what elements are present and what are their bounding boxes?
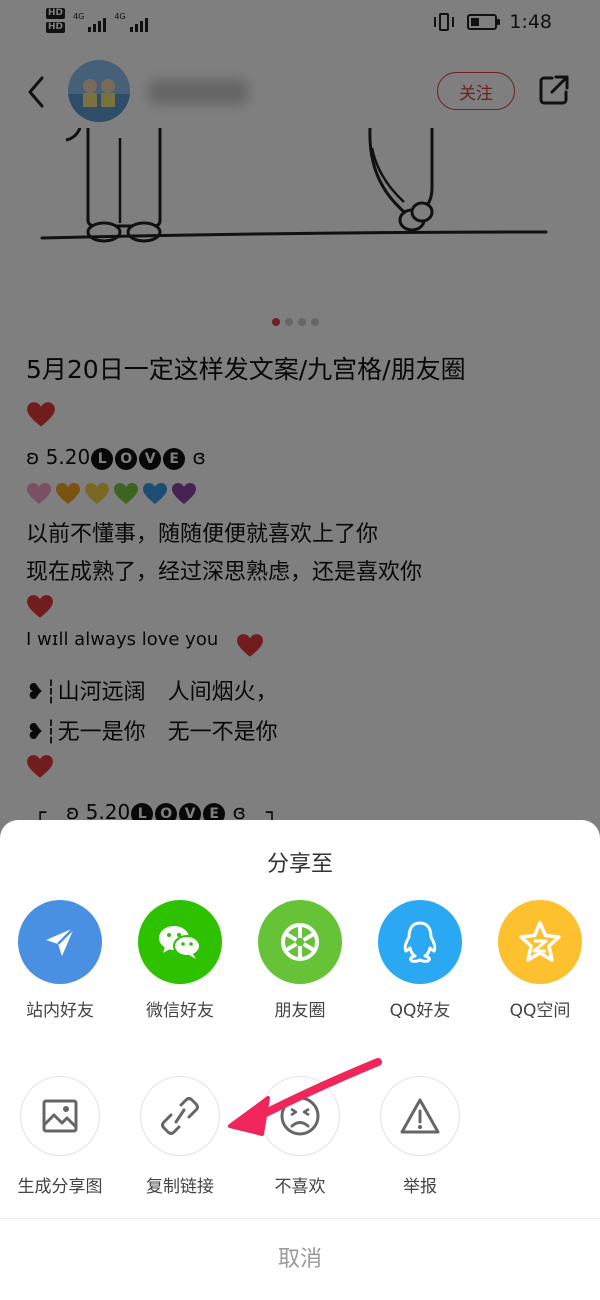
moments-icon [258, 900, 342, 984]
copy-link-button[interactable]: 复制链接 [120, 1076, 240, 1206]
divider [0, 1218, 600, 1219]
action-label: 复制链接 [146, 1177, 214, 1197]
wechat-icon [138, 900, 222, 984]
share-app-label: QQ空间 [509, 1001, 571, 1021]
qq-penguin-icon [378, 900, 462, 984]
link-icon [140, 1076, 220, 1156]
share-to-qzone-button[interactable]: QQ空间 [480, 900, 600, 1030]
share-app-label: 微信好友 [146, 1001, 214, 1021]
warning-icon [380, 1076, 460, 1156]
dislike-button[interactable]: 不喜欢 [240, 1076, 360, 1206]
share-app-label: 站内好友 [26, 1001, 94, 1021]
share-sheet-title: 分享至 [266, 852, 333, 877]
share-to-inapp-friend-button[interactable]: 站内好友 [0, 900, 120, 1030]
paper-plane-icon [18, 900, 102, 984]
generate-share-image-button[interactable]: 生成分享图 [0, 1076, 120, 1206]
share-to-qq-button[interactable]: QQ好友 [360, 900, 480, 1030]
qzone-star-icon [498, 900, 582, 984]
share-app-label: 朋友圈 [274, 1001, 326, 1021]
cancel-button[interactable]: 取消 [0, 1232, 600, 1288]
share-app-label: QQ好友 [389, 1001, 451, 1021]
share-sheet: 分享至 站内好友 微信好友 朋友圈 QQ好友 QQ空间 生成分享图 复制链接 不… [0, 820, 600, 1300]
dislike-face-icon [260, 1076, 340, 1156]
action-label: 不喜欢 [274, 1177, 326, 1197]
action-label: 举报 [403, 1177, 437, 1197]
share-to-wechat-button[interactable]: 微信好友 [120, 900, 240, 1030]
report-button[interactable]: 举报 [360, 1076, 480, 1206]
action-label: 生成分享图 [17, 1177, 103, 1197]
image-icon [20, 1076, 100, 1156]
share-to-moments-button[interactable]: 朋友圈 [240, 900, 360, 1030]
